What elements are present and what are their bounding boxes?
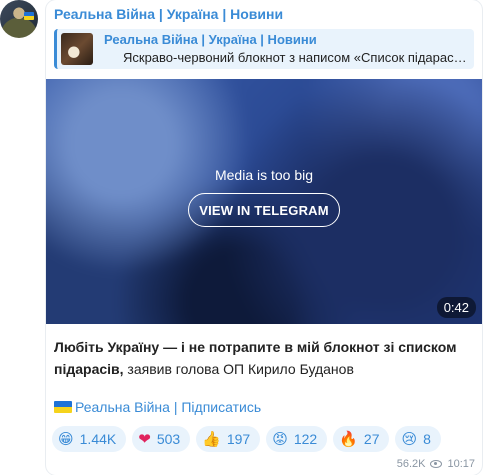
grinning-face-icon: 😁 [58, 429, 74, 448]
message-time: 10:17 [447, 458, 475, 470]
message-text-rest: заявив голова ОП Кирило Буданов [123, 361, 354, 377]
crying-face-icon: 😢 [401, 429, 418, 448]
eye-icon [430, 460, 443, 468]
reaction-fire[interactable]: 🔥 27 [333, 426, 390, 452]
reaction-thumbs-up[interactable]: 👍 197 [196, 426, 261, 452]
view-in-telegram-button[interactable]: VIEW IN TELEGRAM [188, 193, 340, 227]
reaction-count: 122 [293, 431, 318, 447]
reply-text: Яскраво-червоний блокнот з написом «Спис… [123, 50, 468, 65]
reaction-heart[interactable]: ❤ 503 [132, 426, 191, 452]
video-preview[interactable]: Media is too big VIEW IN TELEGRAM 0:42 [46, 79, 482, 324]
reply-title: Реальна Війна | Україна | Новини [104, 32, 317, 47]
ukraine-flag-icon [24, 12, 34, 20]
channel-avatar[interactable] [0, 0, 38, 38]
subscribe-label: Реальна Війна | Підписатись [75, 399, 262, 415]
reactions-bar: 😁 1.44K ❤ 503 👍 197 😡 122 🔥 27 😢 8 [52, 426, 441, 452]
view-count: 56.2K [396, 458, 426, 470]
angry-face-icon: 😡 [272, 429, 288, 448]
thumbs-up-icon: 👍 [202, 429, 221, 448]
reaction-count: 27 [363, 431, 380, 447]
reaction-count: 503 [156, 431, 181, 447]
message-text: Любіть Україну — і не потрапите в мій бл… [54, 336, 474, 380]
fire-icon: 🔥 [339, 429, 358, 448]
red-heart-icon: ❤ [138, 429, 151, 448]
video-duration: 0:42 [436, 297, 476, 318]
message-bubble: Реальна Війна | Україна | Новини Реальна… [46, 0, 482, 475]
reaction-grinning[interactable]: 😁 1.44K [52, 426, 127, 452]
reply-preview[interactable]: Реальна Війна | Україна | Новини Яскраво… [54, 29, 474, 69]
sender-name[interactable]: Реальна Війна | Україна | Новини [54, 6, 283, 22]
ukraine-flag-icon [54, 401, 72, 413]
reaction-count: 197 [226, 431, 251, 447]
reaction-count: 8 [423, 431, 431, 447]
subscribe-link[interactable]: Реальна Війна | Підписатись [54, 399, 261, 415]
reply-thumbnail [61, 33, 93, 65]
media-too-big-message: Media is too big [214, 167, 314, 183]
reaction-crying[interactable]: 😢 8 [395, 426, 441, 452]
reaction-count: 1.44K [79, 431, 117, 447]
reaction-angry[interactable]: 😡 122 [266, 426, 328, 452]
message-meta: 56.2K 10:17 [397, 458, 475, 470]
